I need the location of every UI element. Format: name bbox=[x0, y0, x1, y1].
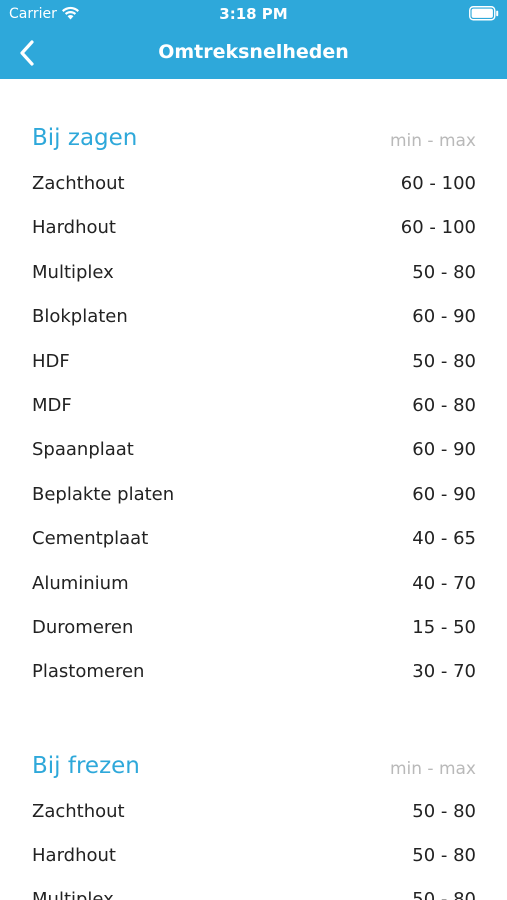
list-item: Hardhout 60 - 100 bbox=[0, 207, 507, 251]
speed-range: 60 - 100 bbox=[400, 173, 476, 194]
page-title: Omtreksnelheden bbox=[158, 41, 349, 63]
list-item: Aluminium 40 - 70 bbox=[0, 563, 507, 607]
battery-icon bbox=[469, 6, 499, 21]
status-bar: Carrier 3:18 PM bbox=[0, 0, 507, 28]
section-range-label: min - max bbox=[389, 758, 476, 779]
section-title: Bij zagen bbox=[32, 125, 138, 151]
speed-range: 60 - 90 bbox=[412, 439, 476, 461]
list-item: Cementplaat 40 - 65 bbox=[0, 518, 507, 562]
material-label: Zachthout bbox=[32, 173, 125, 194]
speed-range: 50 - 80 bbox=[412, 261, 476, 283]
speed-range: 50 - 80 bbox=[412, 889, 476, 900]
list-item: Beplakte platen 60 - 90 bbox=[0, 474, 507, 518]
speed-list[interactable]: Bij zagen min - max Zachthout 60 - 100 Ha… bbox=[0, 79, 507, 900]
section-title: Bij frezen bbox=[32, 752, 140, 779]
speed-range: 50 - 80 bbox=[412, 800, 476, 822]
list-item: HDF 50 - 80 bbox=[0, 341, 507, 385]
material-label: Blokplaten bbox=[32, 306, 128, 328]
speed-range: 60 - 80 bbox=[412, 394, 476, 416]
section-header: Bij zagen min - max bbox=[0, 115, 507, 163]
speed-range: 50 - 80 bbox=[412, 845, 476, 867]
header: Carrier 3:18 PM Omtreksnelheden bbox=[0, 0, 507, 79]
list-item: Spaanplaat 60 - 90 bbox=[0, 429, 507, 473]
list-item: Hardhout 50 - 80 bbox=[0, 835, 507, 879]
material-label: Cementplaat bbox=[32, 528, 149, 550]
speed-range: 40 - 65 bbox=[412, 528, 476, 550]
list-item: Duromeren 15 - 50 bbox=[0, 607, 507, 651]
list-item: Zachthout 50 - 80 bbox=[0, 791, 507, 835]
speed-range: 15 - 50 bbox=[412, 616, 476, 638]
list-item: Multiplex 50 - 80 bbox=[0, 252, 507, 296]
speed-range: 40 - 70 bbox=[412, 572, 476, 594]
material-label: Hardhout bbox=[32, 845, 116, 867]
speed-range: 50 - 80 bbox=[412, 350, 476, 372]
section-header: Bij frezen min - max bbox=[0, 743, 507, 791]
speed-range: 60 - 90 bbox=[412, 306, 476, 328]
list-item: MDF 60 - 80 bbox=[0, 385, 507, 429]
material-label: Hardhout bbox=[32, 217, 116, 239]
speed-range: 60 - 100 bbox=[400, 217, 476, 239]
material-label: MDF bbox=[32, 394, 72, 416]
section-sawing: Bij zagen min - max Zachthout 60 - 100 Ha… bbox=[0, 115, 507, 696]
material-label: HDF bbox=[32, 350, 70, 372]
material-label: Multiplex bbox=[32, 261, 114, 283]
material-label: Zachthout bbox=[32, 800, 125, 822]
speed-range: 30 - 70 bbox=[412, 661, 476, 683]
status-time: 3:18 PM bbox=[219, 5, 288, 23]
list-item: Plastomeren 30 - 70 bbox=[0, 651, 507, 695]
material-label: Aluminium bbox=[32, 572, 129, 594]
material-label: Plastomeren bbox=[32, 661, 145, 683]
material-label: Spaanplaat bbox=[32, 439, 134, 461]
list-item: Zachthout 60 - 100 bbox=[0, 163, 507, 207]
material-label: Multiplex bbox=[32, 889, 114, 900]
list-item: Blokplaten 60 - 90 bbox=[0, 296, 507, 340]
material-label: Beplakte platen bbox=[32, 483, 175, 505]
list-item: Multiplex 50 - 80 bbox=[0, 879, 507, 900]
material-label: Duromeren bbox=[32, 616, 134, 638]
section-milling: Bij frezen min - max Zachthout 50 - 80 Ha… bbox=[0, 743, 507, 900]
speed-range: 60 - 90 bbox=[412, 483, 476, 505]
section-range-label: min - max bbox=[389, 131, 476, 151]
navigation-bar: Omtreksnelheden bbox=[0, 28, 507, 79]
